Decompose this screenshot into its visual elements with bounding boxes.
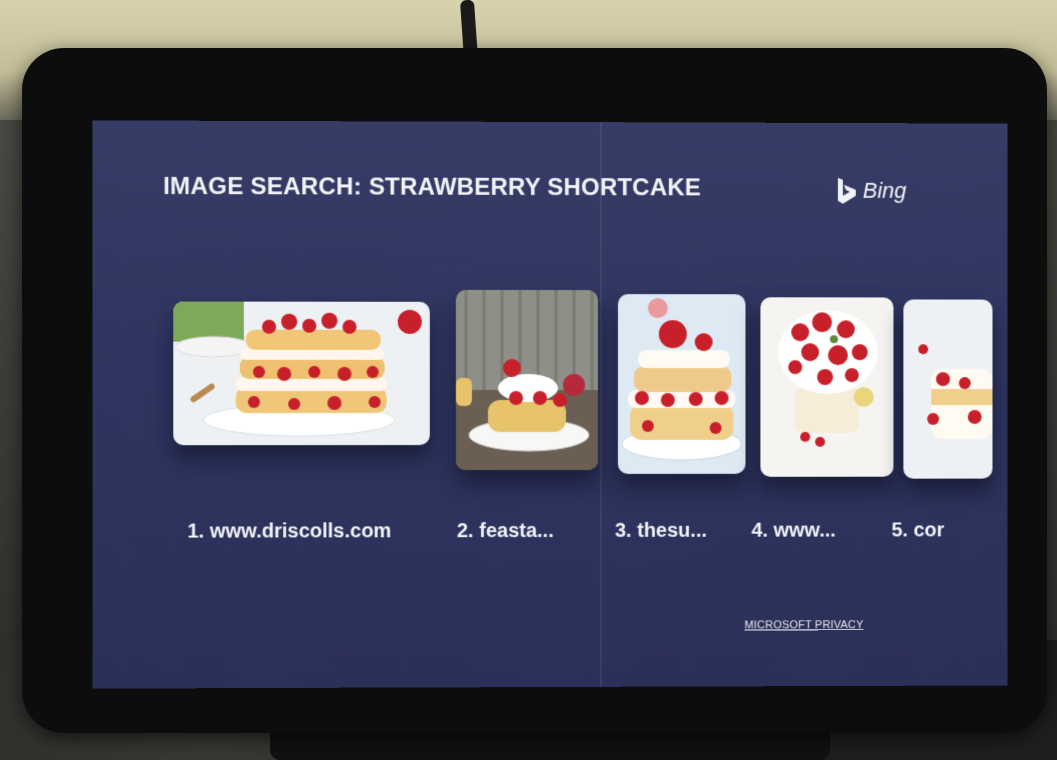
result-image-3[interactable]	[617, 294, 746, 474]
cake-photo-4	[760, 297, 894, 477]
page-title: IMAGE SEARCH: STRAWBERRY SHORTCAKE	[163, 172, 701, 202]
result-image-2[interactable]	[455, 289, 598, 471]
cake-photo-1	[173, 301, 430, 446]
cake-photo-5	[903, 299, 993, 479]
result-image-5[interactable]	[903, 299, 993, 479]
result-label-1[interactable]: 1. www.driscolls.com	[187, 520, 391, 543]
bing-label: Bing	[862, 177, 907, 203]
bing-logo-icon	[837, 177, 856, 204]
cake-photo-2	[455, 289, 598, 471]
result-image-4[interactable]	[760, 297, 894, 477]
bing-brand: Bing	[836, 177, 906, 205]
microsoft-privacy-link[interactable]: MICROSOFT PRIVACY	[745, 619, 864, 631]
result-image-1[interactable]	[173, 301, 430, 446]
device-screen: IMAGE SEARCH: STRAWBERRY SHORTCAKE Bing	[92, 120, 1008, 689]
cake-photo-3	[617, 294, 746, 474]
result-label-5[interactable]: 5. cor	[892, 519, 945, 542]
result-label-4[interactable]: 4. www...	[751, 520, 835, 543]
result-label-3[interactable]: 3. thesu...	[615, 520, 707, 543]
result-label-2[interactable]: 2. feasta...	[457, 520, 554, 543]
screen-glare	[599, 122, 602, 687]
